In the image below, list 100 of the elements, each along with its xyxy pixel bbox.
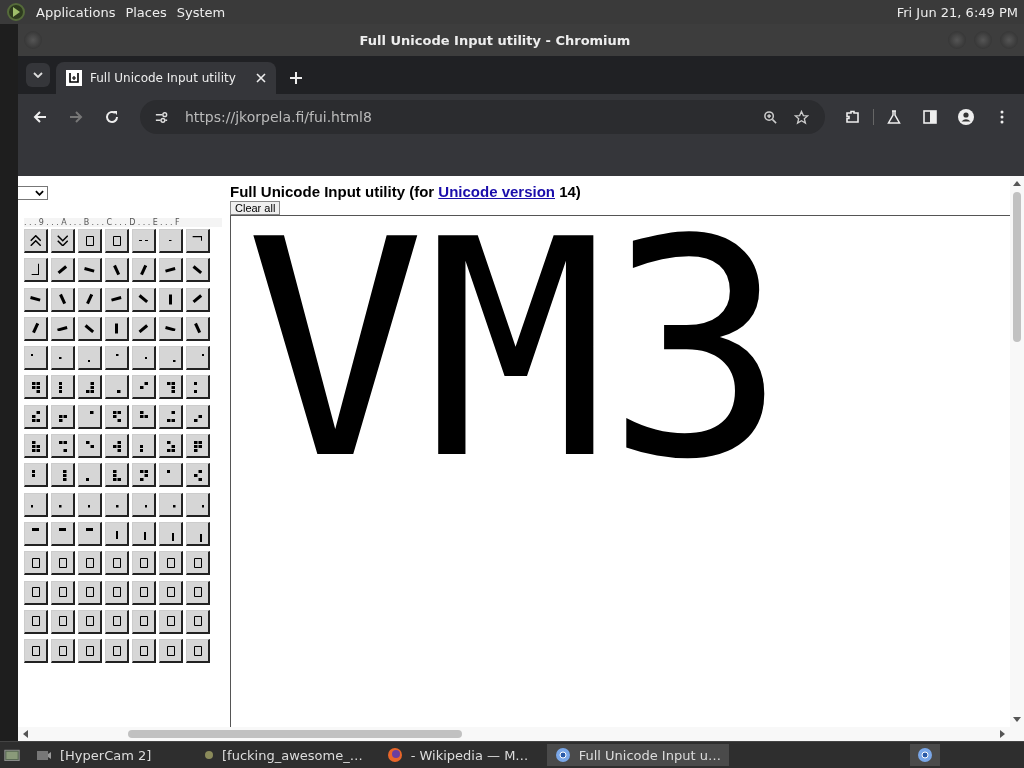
clock[interactable]: Fri Jun 21, 6:49 PM — [896, 4, 1018, 20]
character-key[interactable] — [105, 316, 129, 341]
character-key[interactable] — [186, 375, 210, 400]
character-key[interactable] — [78, 316, 102, 341]
taskbar-item[interactable]: - Wikipedia — M… — [378, 744, 539, 766]
character-key[interactable] — [78, 287, 102, 312]
character-key[interactable] — [132, 316, 156, 341]
character-key[interactable] — [78, 521, 102, 546]
character-key[interactable] — [78, 551, 102, 576]
puzzle-icon[interactable] — [845, 109, 861, 125]
character-key[interactable] — [105, 434, 129, 459]
character-key[interactable] — [105, 551, 129, 576]
block-select[interactable] — [18, 186, 48, 200]
character-key[interactable] — [24, 404, 48, 429]
character-key[interactable] — [24, 434, 48, 459]
character-key[interactable] — [24, 229, 48, 253]
character-key[interactable] — [105, 375, 129, 400]
character-key[interactable] — [186, 316, 210, 341]
character-key[interactable] — [78, 609, 102, 634]
character-key[interactable] — [24, 316, 48, 341]
character-key[interactable] — [24, 639, 48, 664]
character-key[interactable] — [186, 463, 210, 488]
character-key[interactable] — [159, 492, 183, 517]
star-icon[interactable] — [794, 109, 809, 125]
character-key[interactable] — [51, 551, 75, 576]
character-key[interactable] — [186, 639, 210, 664]
character-key[interactable] — [78, 346, 102, 371]
character-key[interactable] — [78, 639, 102, 664]
character-key[interactable] — [186, 287, 210, 312]
character-key[interactable] — [132, 404, 156, 429]
character-key[interactable] — [132, 551, 156, 576]
tab-list-button[interactable] — [26, 63, 50, 87]
character-key[interactable] — [186, 609, 210, 634]
character-key[interactable] — [132, 521, 156, 546]
horizontal-scrollbar[interactable] — [18, 727, 1024, 741]
character-key[interactable] — [105, 492, 129, 517]
character-key[interactable] — [24, 287, 48, 312]
character-key[interactable] — [159, 316, 183, 341]
character-key[interactable] — [24, 375, 48, 400]
character-key[interactable] — [132, 434, 156, 459]
vertical-scrollbar[interactable] — [1010, 176, 1024, 727]
character-key[interactable] — [78, 404, 102, 429]
character-key[interactable] — [51, 609, 75, 634]
tray-item[interactable] — [910, 744, 940, 766]
panel-menu[interactable]: System — [176, 4, 226, 20]
character-key[interactable] — [105, 521, 129, 546]
scroll-right-icon[interactable] — [1000, 730, 1006, 738]
character-key[interactable] — [78, 258, 102, 283]
character-key[interactable] — [51, 229, 75, 253]
character-key[interactable] — [159, 287, 183, 312]
character-key[interactable] — [78, 580, 102, 605]
character-key[interactable] — [24, 609, 48, 634]
character-key[interactable] — [105, 404, 129, 429]
character-key[interactable] — [24, 463, 48, 488]
character-key[interactable] — [78, 434, 102, 459]
character-key[interactable] — [78, 229, 102, 253]
character-key[interactable] — [186, 258, 210, 283]
character-key[interactable] — [186, 492, 210, 517]
character-key[interactable] — [24, 492, 48, 517]
character-key[interactable] — [186, 551, 210, 576]
character-key[interactable] — [78, 375, 102, 400]
close-icon[interactable] — [256, 73, 266, 83]
scroll-left-icon[interactable] — [22, 730, 28, 738]
scroll-up-icon[interactable] — [1013, 180, 1021, 186]
address-bar[interactable]: https://jkorpela.fi/fui.html8 — [140, 100, 825, 134]
character-key[interactable] — [159, 229, 183, 253]
character-key[interactable] — [105, 639, 129, 664]
character-key[interactable] — [132, 375, 156, 400]
browser-tab[interactable]: Full Unicode Input utility — [56, 62, 276, 94]
character-key[interactable] — [186, 229, 210, 253]
profile-icon[interactable] — [958, 109, 974, 125]
character-key[interactable] — [186, 434, 210, 459]
character-key[interactable] — [78, 463, 102, 488]
character-key[interactable] — [132, 258, 156, 283]
side-panel-icon[interactable] — [922, 109, 938, 125]
character-key[interactable] — [132, 463, 156, 488]
distro-logo-icon[interactable] — [6, 2, 26, 22]
character-key[interactable] — [132, 287, 156, 312]
character-key[interactable] — [51, 434, 75, 459]
scroll-down-icon[interactable] — [1013, 717, 1021, 723]
taskbar-item[interactable]: Full Unicode Input u… — [546, 744, 729, 766]
show-desktop-icon[interactable] — [4, 747, 20, 763]
character-key[interactable] — [51, 346, 75, 371]
character-key[interactable] — [105, 346, 129, 371]
character-key[interactable] — [51, 639, 75, 664]
character-key[interactable] — [24, 580, 48, 605]
character-key[interactable] — [159, 258, 183, 283]
character-key[interactable] — [105, 287, 129, 312]
character-key[interactable] — [132, 639, 156, 664]
character-key[interactable] — [51, 316, 75, 341]
character-key[interactable] — [51, 375, 75, 400]
character-key[interactable] — [159, 346, 183, 371]
character-key[interactable] — [24, 551, 48, 576]
character-key[interactable] — [132, 580, 156, 605]
character-key[interactable] — [105, 609, 129, 634]
back-icon[interactable] — [32, 109, 48, 125]
character-key[interactable] — [51, 258, 75, 283]
character-key[interactable] — [51, 287, 75, 312]
character-key[interactable] — [159, 521, 183, 546]
character-key[interactable] — [159, 580, 183, 605]
